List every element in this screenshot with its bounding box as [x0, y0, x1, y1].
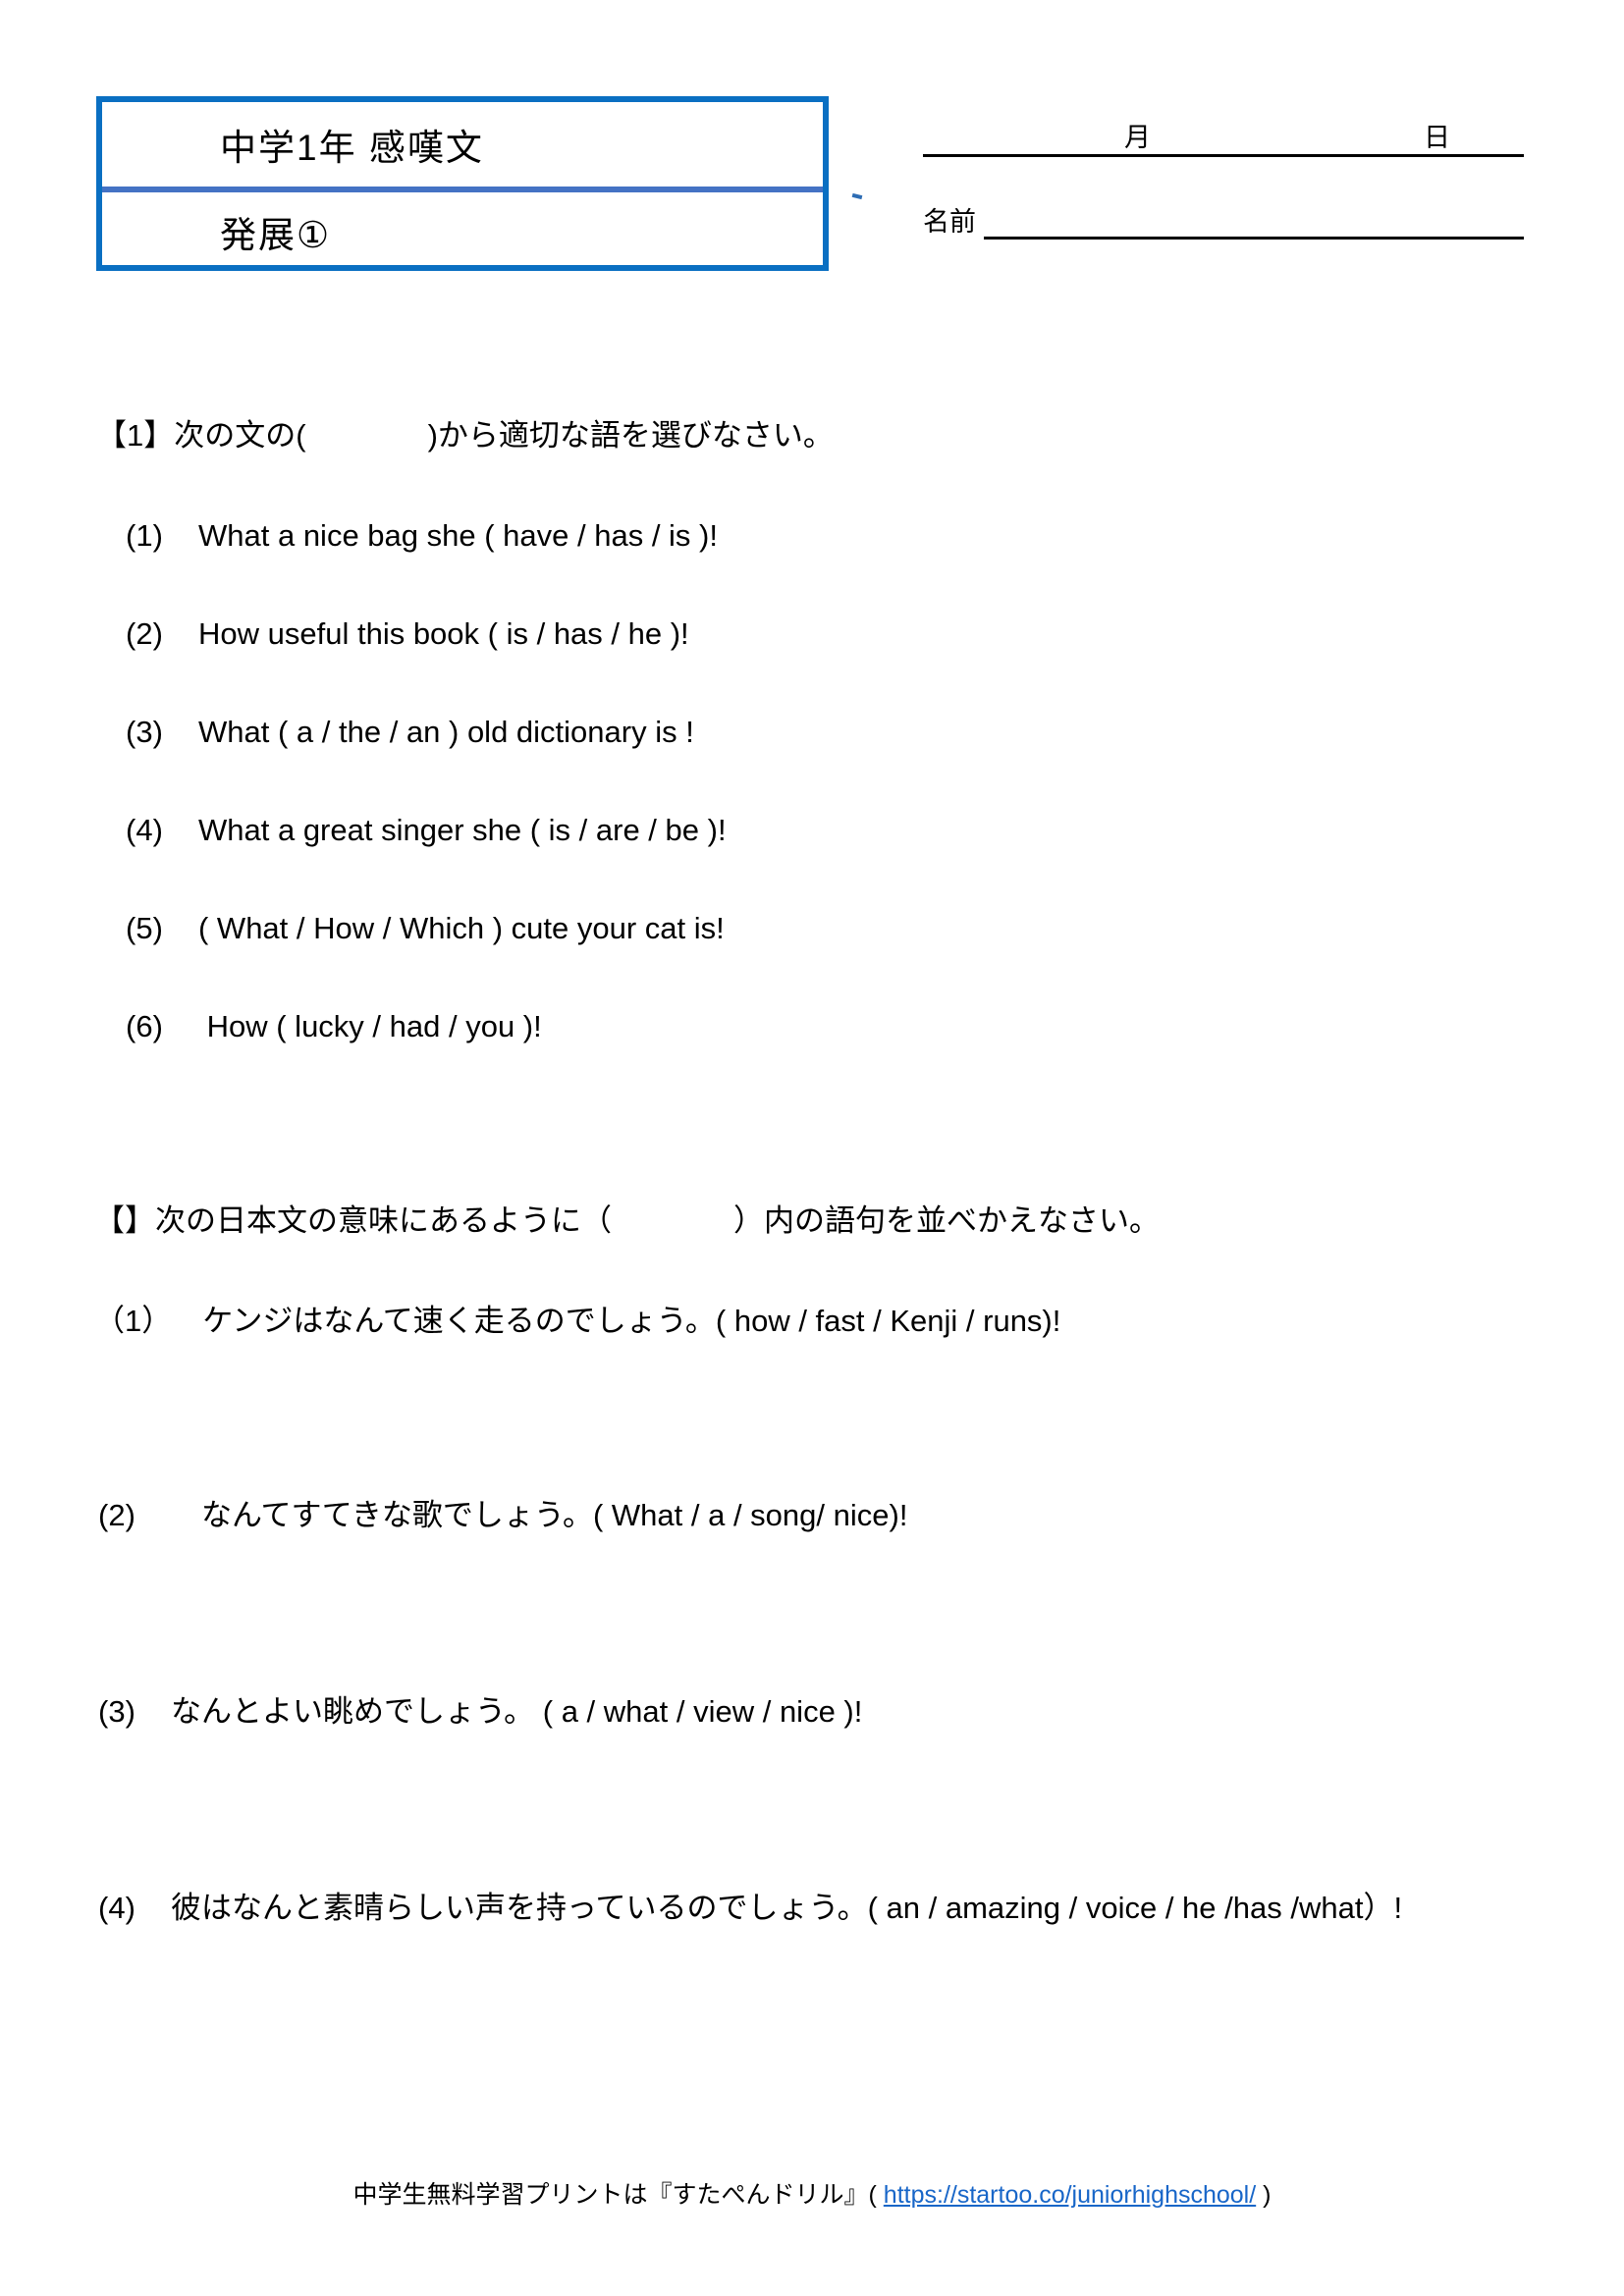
- page-title: 中学1年 感嘆文: [220, 128, 484, 168]
- day-label: 日: [1424, 123, 1450, 152]
- question-text: ( What / How / Which ) cute your cat is!: [198, 911, 725, 945]
- title-row-main: 中学1年 感嘆文: [102, 102, 823, 187]
- question-text: What a great singer she ( is / are / be …: [198, 813, 727, 847]
- question-text: ケンジはなんて速く走るのでしょう。( how / fast / Kenji / …: [172, 1304, 1061, 1338]
- page-footer: 中学生無料学習プリントは『すたぺんドリル』( https://startoo.c…: [0, 2175, 1624, 2211]
- date-field[interactable]: 月 日: [923, 88, 1532, 171]
- section-2-heading: 【】次の日本文の意味にあるように（ ）内の語句を並べかえなさい。: [94, 1203, 1160, 1238]
- question-1-6: (6) How ( lucky / had / you )!: [126, 1009, 542, 1044]
- question-2-3: (3) なんとよい眺めでしょう。 ( a / what / view / nice…: [98, 1686, 862, 1731]
- question-number: (4): [98, 1891, 135, 1925]
- question-number: (3): [98, 1694, 135, 1729]
- question-text: What a nice bag she ( have / has / is )!: [198, 518, 718, 553]
- question-text: なんとよい眺めでしょう。 ( a / what / view / nice )!: [171, 1694, 863, 1729]
- section-1-heading: 【1】次の文の( )から適切な語を選びなさい。: [96, 418, 834, 453]
- title-row-sub: 発展①: [102, 187, 823, 271]
- question-text: How ( lucky / had / you )!: [198, 1009, 542, 1043]
- question-2-4: (4) 彼はなんと素晴らしい声を持っているのでしょう。( an / amazing…: [98, 1883, 1402, 1927]
- question-number: (2): [98, 1498, 135, 1532]
- date-write-line: [923, 154, 1524, 157]
- question-number: (4): [126, 813, 163, 847]
- footer-url-link[interactable]: https://startoo.co/juniorhighschool/: [884, 2181, 1256, 2209]
- question-text: How useful this book ( is / has / he )!: [198, 616, 689, 651]
- month-label: 月: [1124, 123, 1151, 152]
- question-text: What ( a / the / an ) old dictionary is …: [198, 715, 694, 749]
- question-number: (3): [126, 715, 163, 749]
- footer-suffix: ): [1263, 2181, 1272, 2209]
- question-number: (1): [126, 518, 163, 553]
- question-1-5: (5) ( What / How / Which ) cute your cat …: [126, 911, 725, 946]
- question-1-3: (3) What ( a / the / an ) old dictionary …: [126, 715, 694, 750]
- question-number: (6): [126, 1009, 163, 1043]
- worksheet-page: 中学1年 感嘆文 発展① 月 日 名前 【1】次の文の( )から適切な語を選びな…: [0, 0, 1624, 2296]
- question-number: (2): [126, 616, 163, 651]
- name-label: 名前: [923, 207, 976, 237]
- question-text: なんてすてきな歌でしょう。( What / a / song/ nice)!: [171, 1498, 908, 1532]
- page-header: 中学1年 感嘆文 発展① 月 日 名前: [0, 0, 1624, 294]
- title-box: 中学1年 感嘆文 発展①: [96, 96, 829, 271]
- question-text: 彼はなんと素晴らしい声を持っているのでしょう。( an / amazing / …: [171, 1891, 1403, 1925]
- question-1-4: (4) What a great singer she ( is / are / …: [126, 813, 727, 848]
- question-2-1: （1） ケンジはなんて速く走るのでしょう。( how / fast / Kenj…: [94, 1296, 1060, 1340]
- question-1-2: (2) How useful this book ( is / has / he …: [126, 616, 689, 652]
- question-number: （1）: [94, 1304, 173, 1338]
- question-1-1: (1) What a nice bag she ( have / has / is…: [126, 518, 718, 554]
- name-write-line: [984, 237, 1524, 240]
- footer-prefix: 中学生無料学習プリントは『すたぺんドリル』(: [352, 2181, 877, 2209]
- name-field[interactable]: 名前: [923, 171, 1532, 253]
- question-number: (5): [126, 911, 163, 945]
- meta-fields: 月 日 名前: [923, 88, 1532, 253]
- page-subtitle: 発展①: [220, 215, 332, 255]
- question-2-2: (2) なんてすてきな歌でしょう。( What / a / song/ nice…: [98, 1490, 907, 1534]
- stray-mark-icon: [851, 192, 863, 200]
